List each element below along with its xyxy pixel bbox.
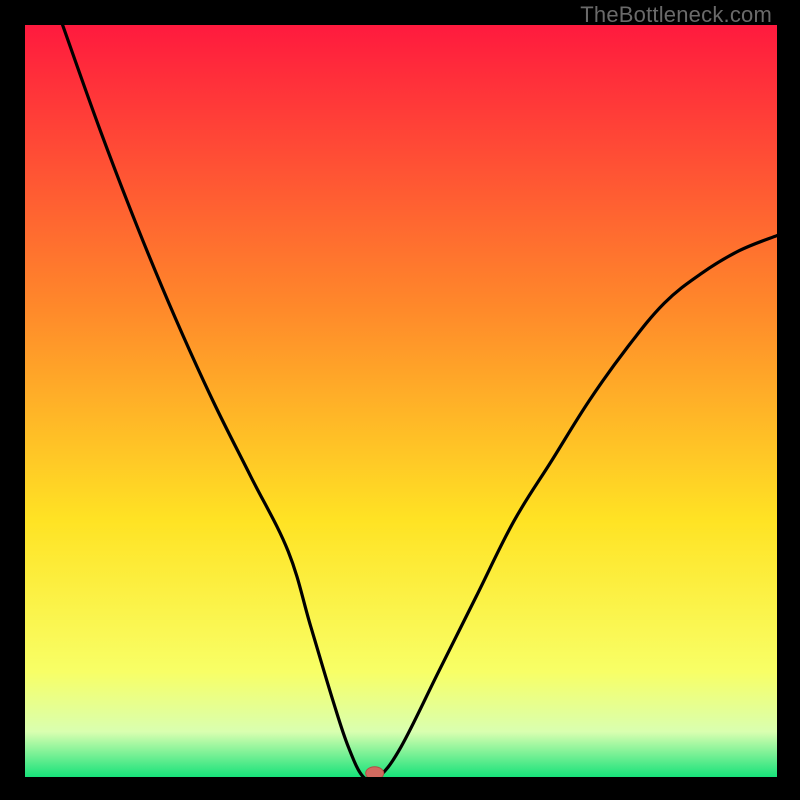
- chart-frame: { "watermark": "TheBottleneck.com", "col…: [0, 0, 800, 800]
- optimum-marker: [366, 767, 384, 777]
- gradient-background: [25, 25, 777, 777]
- plot-area: [25, 25, 777, 777]
- chart-svg: [25, 25, 777, 777]
